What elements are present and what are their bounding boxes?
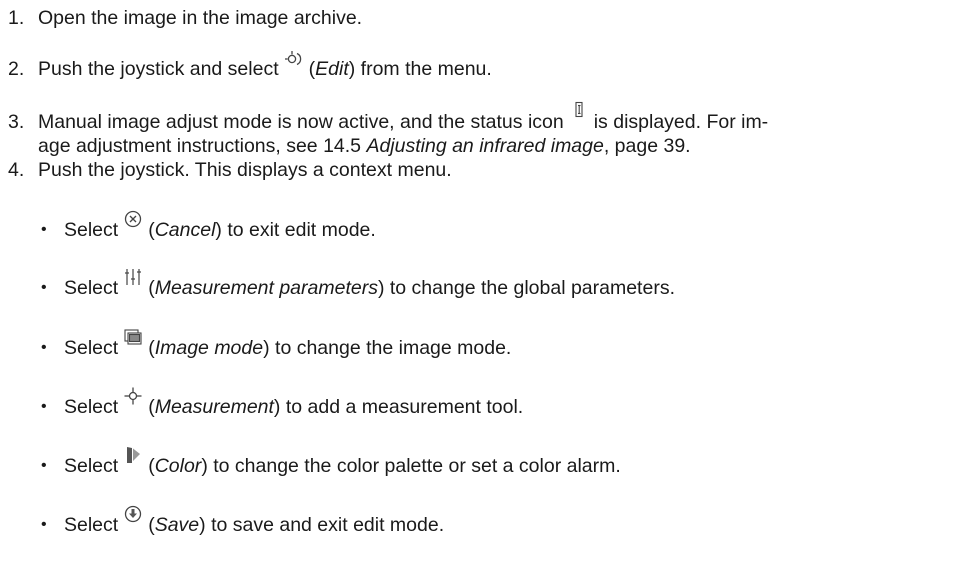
image-mode-icon: [123, 327, 143, 349]
cancel-icon: [123, 209, 143, 231]
save-icon: [123, 504, 143, 526]
bullet: •: [41, 339, 47, 356]
bullet: •: [41, 516, 47, 533]
step-text: Push the joystick and select (Edit) from …: [38, 51, 492, 81]
step-text: Manual image adjust mode is now active, …: [38, 101, 768, 134]
step-number: 4.: [8, 159, 25, 181]
bullet: •: [41, 398, 47, 415]
bullet: •: [41, 279, 47, 296]
step-text: Push the joystick. This displays a conte…: [38, 159, 452, 181]
edit-icon: [284, 48, 304, 70]
color-icon: [123, 445, 143, 467]
measurement-icon: [123, 386, 143, 408]
step-text: age adjustment instructions, see 14.5 Ad…: [38, 135, 691, 157]
step-number: 2.: [8, 58, 25, 80]
step-text: Open the image in the image archive.: [38, 7, 363, 29]
step-number: 3.: [8, 111, 25, 133]
bullet: •: [41, 457, 47, 474]
step-number: 1.: [8, 7, 25, 29]
section-reference: Adjusting an infrared image: [366, 135, 604, 157]
bullet: •: [41, 221, 47, 238]
manual-adjust-icon: [569, 101, 589, 123]
measurement-parameters-icon: [123, 267, 143, 289]
